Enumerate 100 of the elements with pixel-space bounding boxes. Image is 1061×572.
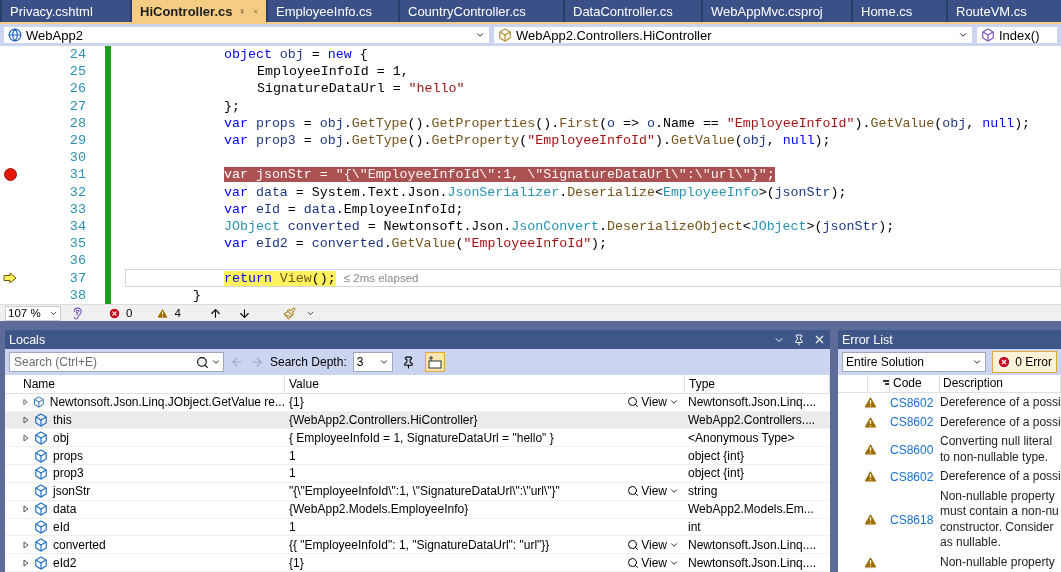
variable-name: Newtonsoft.Json.Linq.JObject.GetValue re...: [49, 395, 285, 410]
variable-value: {WebApp2.Models.EmployeeInfo}: [289, 502, 469, 517]
variable-type: Newtonsoft.Json.Linq....: [688, 395, 817, 410]
warning-count[interactable]: 4: [156, 306, 181, 320]
cube-icon: [34, 448, 48, 463]
line-number: 30: [68, 150, 86, 166]
variable-value: {1}: [289, 555, 304, 570]
warning-icon: [862, 469, 878, 485]
file-tab[interactable]: Privacy.cshtml: [2, 0, 130, 22]
file-tab[interactable]: Home.cs: [853, 0, 946, 22]
line-number: 25: [68, 64, 86, 80]
caret-icon[interactable]: [958, 30, 968, 40]
line-number: 32: [68, 184, 86, 200]
expand-icon[interactable]: [23, 398, 29, 407]
variable-type: object {int}: [688, 466, 745, 481]
globe-icon: [8, 28, 22, 42]
file-tab[interactable]: WebAppMvc.csproj: [703, 0, 851, 22]
up-arrow-icon[interactable]: [208, 306, 222, 320]
error-count[interactable]: 0: [108, 306, 133, 320]
scope-dropdown[interactable]: Entire Solution: [842, 351, 987, 372]
errors-filter-button[interactable]: 0 Error: [992, 350, 1057, 373]
cube-icon: [34, 430, 48, 445]
down-arrow-icon[interactable]: [237, 306, 251, 320]
variable-value: {WebApp2.Controllers.HiController}: [289, 413, 478, 427]
zoom-dropdown[interactable]: 107 %: [5, 305, 61, 321]
variable-name: this: [53, 413, 72, 427]
column-header[interactable]: Name: [5, 374, 285, 394]
expand-icon[interactable]: [23, 558, 29, 567]
brush-icon[interactable]: [282, 306, 296, 320]
member-dropdown[interactable]: Index(): [976, 26, 1058, 44]
search-icon[interactable]: [627, 396, 640, 409]
error-code[interactable]: CS8602: [890, 395, 934, 410]
search-icon[interactable]: [627, 485, 640, 498]
code-editor[interactable]: [0, 46, 1061, 304]
variable-type: WebApp2.Controllers....: [688, 413, 816, 427]
error-description: Non-nullable property: [940, 554, 1056, 570]
column-header[interactable]: Type: [685, 374, 830, 394]
elapsed-hint: ≤ 2ms elapsed: [343, 272, 419, 285]
column-header[interactable]: Description: [940, 374, 1061, 392]
variable-type: <Anonymous Type>: [688, 430, 795, 445]
variable-type: int: [688, 519, 701, 534]
view-button[interactable]: View: [627, 484, 679, 499]
pin-icon[interactable]: [793, 333, 805, 346]
class-icon: [498, 28, 512, 42]
variable-type: object {int}: [688, 448, 745, 463]
view-button[interactable]: View: [627, 537, 679, 552]
column-header[interactable]: Value: [285, 374, 685, 394]
view-button[interactable]: View: [627, 395, 679, 410]
code-line: SignatureDataUrl = "hello": [257, 81, 465, 97]
variable-value: 1: [289, 466, 296, 481]
expand-icon[interactable]: [23, 540, 29, 549]
expand-icon[interactable]: [23, 433, 29, 442]
variable-name: obj: [53, 430, 69, 445]
code-line: object obj = new {: [224, 47, 368, 63]
column-header[interactable]: Code: [890, 374, 940, 392]
project-dropdown[interactable]: WebApp2: [3, 26, 490, 44]
search-depth-label: Search Depth:: [270, 355, 347, 370]
error-code[interactable]: CS8618: [890, 512, 934, 527]
cube-icon: [34, 484, 48, 499]
search-icon[interactable]: [627, 538, 640, 551]
cube-icon: [34, 466, 48, 481]
variable-value: {{ "EmployeeInfoId": 1, "SignatureDataUrl": "url"}}: [289, 537, 550, 552]
ear-icon[interactable]: [71, 306, 84, 320]
expand-icon[interactable]: [23, 505, 29, 514]
variable-type: Newtonsoft.Json.Linq....: [688, 555, 817, 570]
variable-value: { EmployeeInfoId = 1, SignatureDataUrl = "hello" }: [289, 430, 554, 445]
file-tab[interactable]: DataController.cs: [565, 0, 701, 22]
search-icon[interactable]: [627, 556, 640, 569]
text-view-icon[interactable]: [424, 352, 445, 373]
line-number: 24: [68, 47, 86, 63]
cube-icon: [34, 502, 48, 517]
error-code[interactable]: CS8602: [890, 469, 934, 484]
expand-icon[interactable]: [23, 416, 29, 424]
search-depth-dropdown[interactable]: 3: [352, 352, 393, 373]
error-description: Dereference of a possi: [940, 469, 1061, 485]
code-line: };: [224, 98, 240, 114]
panel-title: Locals: [9, 332, 47, 347]
view-button[interactable]: View: [627, 555, 679, 570]
warning-icon: [862, 414, 878, 430]
variable-type: WebApp2.Models.Em...: [688, 502, 814, 517]
error-code[interactable]: CS8600: [890, 442, 934, 457]
line-number: 38: [68, 287, 86, 303]
error-description: Dereference of a possi: [940, 414, 1061, 430]
variable-value: 1: [289, 519, 296, 534]
code-line: var data = System.Text.Json.JsonSerializer.Deserialize<EmployeeInfo>(jsonStr);: [224, 184, 847, 200]
panel-title: Error List: [842, 332, 894, 347]
class-dropdown[interactable]: WebApp2.Controllers.HiController: [493, 26, 973, 44]
line-number: 28: [68, 115, 86, 131]
caret-icon[interactable]: [475, 30, 485, 40]
code-line: var prop3 = obj.GetType().GetProperty("EmployeeInfoId").GetValue(obj, null);: [224, 133, 831, 149]
file-tab[interactable]: EmployeeInfo.cs: [268, 0, 398, 22]
variable-value: 1: [289, 448, 296, 463]
file-tab[interactable]: RouteVM.cs: [948, 0, 1061, 22]
line-number: 35: [68, 236, 86, 252]
breakpoint-icon[interactable]: [3, 168, 17, 182]
sort-icon[interactable]: [883, 380, 889, 387]
error-code[interactable]: CS8602: [890, 415, 934, 430]
variable-value: "{\"EmployeeInfoId\":1, \"SignatureDataUrl\":\"url\"}": [289, 484, 560, 499]
cube-icon: [34, 413, 48, 427]
file-tab[interactable]: CountryController.cs: [400, 0, 563, 22]
